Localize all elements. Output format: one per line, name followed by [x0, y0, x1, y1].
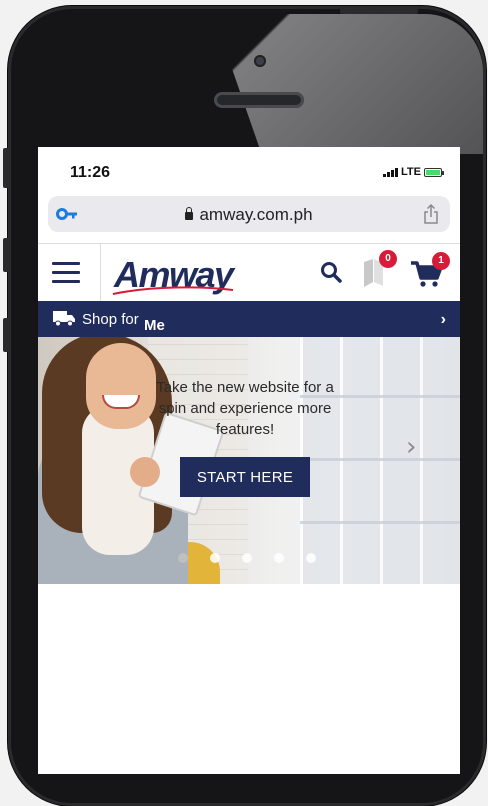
logo-swoosh: [112, 286, 234, 295]
carousel-dot[interactable]: [306, 553, 316, 563]
hamburger-menu-icon[interactable]: [52, 262, 80, 284]
status-indicators: LTE: [383, 166, 444, 178]
carousel-next-icon[interactable]: ›: [406, 432, 416, 462]
mute-switch: [3, 148, 9, 188]
shop-for-label: Shop for: [82, 311, 139, 328]
url-display[interactable]: amway.com.ph: [48, 205, 450, 225]
header-divider: [100, 244, 101, 302]
status-time: 11:26: [70, 164, 111, 181]
carousel-dot[interactable]: [210, 553, 220, 563]
shop-for-bar[interactable]: Shop for Me ›: [38, 301, 460, 337]
truck-icon: [53, 311, 75, 327]
start-here-button[interactable]: START HERE: [180, 457, 310, 497]
hero-text: Take the new website for a spin and expe…: [156, 379, 334, 438]
carousel-dot[interactable]: [274, 553, 284, 563]
hero-carousel: Take the new website for a spin and expe…: [38, 337, 460, 584]
shopping-list-badge: 0: [379, 250, 397, 268]
carousel-dots: [178, 553, 316, 563]
hero-window-frame: [300, 337, 460, 584]
search-icon[interactable]: [320, 261, 342, 283]
carousel-dot[interactable]: [242, 553, 252, 563]
network-type: LTE: [401, 166, 421, 178]
hero-person-hand: [130, 457, 160, 487]
shop-for-value: Me: [144, 317, 165, 334]
lock-icon: [185, 207, 194, 220]
cart-icon[interactable]: 1: [410, 252, 450, 288]
status-bar: 11:26 LTE: [38, 147, 460, 193]
volume-up-button: [3, 238, 9, 272]
battery-icon: [424, 167, 444, 177]
power-button: [340, 8, 418, 14]
chevron-right-icon[interactable]: ›: [441, 311, 446, 329]
url-text: amway.com.ph: [199, 205, 313, 224]
phone-glare: [213, 14, 483, 154]
phone-screen: 11:26 LTE amway.com.ph Amway 0 1 Shop fo…: [38, 147, 460, 774]
carousel-dot[interactable]: [178, 553, 188, 563]
address-bar[interactable]: amway.com.ph: [48, 196, 450, 232]
share-icon[interactable]: [422, 204, 440, 224]
earpiece-speaker: [214, 92, 304, 108]
cart-badge: 1: [432, 252, 450, 270]
shopping-list-icon[interactable]: 0: [361, 250, 397, 288]
signal-icon: [383, 167, 399, 177]
site-header: Amway 0 1: [38, 243, 460, 302]
volume-down-button: [3, 318, 9, 352]
front-camera: [254, 55, 266, 67]
hero-person-face: [86, 343, 156, 429]
